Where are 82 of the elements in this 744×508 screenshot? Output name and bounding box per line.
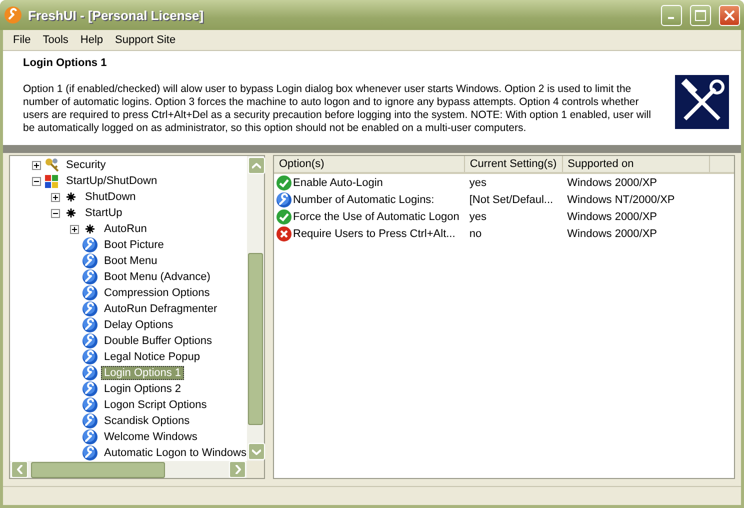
windows-flag-icon: [44, 173, 60, 189]
wrench-icon: [82, 317, 98, 333]
minimize-button[interactable]: [661, 4, 682, 26]
table-cell: Windows 2000/XP: [562, 173, 710, 191]
tree-item[interactable]: Boot Menu (Advance): [101, 270, 214, 284]
tree-item[interactable]: AutoRun Defragmenter: [101, 302, 220, 316]
menu-item[interactable]: Help: [74, 34, 110, 46]
menu-item[interactable]: Tools: [36, 34, 74, 46]
tree-item[interactable]: Compression Options: [101, 286, 213, 300]
table-cell-text: Windows NT/2000/XP: [566, 192, 676, 208]
column-header[interactable]: Supported on: [562, 156, 710, 173]
wrench-icon: [82, 269, 98, 285]
tree-item[interactable]: Boot Picture: [101, 238, 167, 252]
gear-icon: [66, 192, 76, 202]
plus-icon: [53, 194, 58, 200]
table-cell-text: Windows 2000/XP: [566, 226, 658, 242]
expander[interactable]: [51, 192, 60, 202]
tree-item[interactable]: Delay Options: [101, 318, 176, 332]
table-cell: Enable Auto-Login: [274, 174, 464, 191]
tree-item[interactable]: StartUp/ShutDown: [63, 174, 160, 188]
column-header[interactable]: Option(s): [274, 156, 464, 173]
horizontal-scrollbar[interactable]: [10, 461, 247, 478]
wrench-icon: [82, 413, 98, 429]
plus-icon: [72, 226, 77, 232]
tree-item[interactable]: Double Buffer Options: [101, 334, 216, 348]
error-icon: [276, 226, 292, 242]
table-cell-text: Windows 2000/XP: [566, 210, 658, 224]
menu-item[interactable]: Support Site: [109, 34, 182, 46]
wrench-icon: [82, 381, 98, 397]
expander[interactable]: [32, 160, 41, 170]
column-header[interactable]: Current Setting(s): [464, 156, 562, 173]
tree-item[interactable]: StartUp: [82, 206, 126, 220]
table-cell: yes: [464, 173, 562, 191]
tree-item[interactable]: ShutDown: [82, 190, 139, 204]
wrench-icon: [82, 365, 98, 381]
table-cell-text: yes: [468, 210, 488, 224]
close-button[interactable]: [719, 4, 740, 26]
gear-icon: [85, 224, 95, 234]
wrench-icon: [82, 397, 98, 413]
vertical-scrollbar[interactable]: [247, 156, 264, 461]
check-icon: [276, 174, 292, 190]
window-title: FreshUI - [Personal License]: [28, 8, 205, 22]
wrench-icon: [82, 301, 98, 317]
menu-item[interactable]: File: [7, 34, 37, 46]
minus-icon: [53, 210, 58, 216]
maximize-icon: [695, 10, 706, 20]
tree-item[interactable]: Security: [63, 158, 109, 172]
wrench-icon: [4, 6, 22, 24]
description-title: Login Options 1: [23, 57, 108, 69]
expander[interactable]: [51, 208, 60, 218]
check-icon: [276, 208, 292, 224]
tree-item[interactable]: Boot Menu: [101, 254, 160, 268]
wrench-icon: [82, 349, 98, 365]
tree-item[interactable]: Automatic Logon to Windows: [101, 446, 247, 460]
wrench-icon: [82, 285, 98, 301]
plus-icon: [34, 162, 39, 168]
expander[interactable]: [32, 176, 41, 186]
tree-item[interactable]: AutoRun: [101, 222, 150, 236]
table-cell-text: no: [468, 226, 483, 242]
maximize-button[interactable]: [690, 4, 711, 26]
keys-icon: [44, 157, 60, 173]
close-icon: [724, 10, 735, 20]
description-text: Option 1 (if enabled/checked) will alow user to bypass Login dialog box whenever user starts Windows. Option 2 is used to limit the number of automatic logins. Option 3 forces the machine to auto logon and to ignore any bypass attempts. Option 4 controls whether users are required to press Ctrl+Alt+Del as a security precaution before logging into the system. NOTE: With option 1 enabled, user will be automatically logged on as administrator, so this option should not be enabled on a multi-user computers.: [23, 83, 652, 135]
table-cell: Require Users to Press Ctrl+Alt...: [274, 225, 464, 242]
table-cell: Force the Use of Automatic Logon: [274, 208, 464, 225]
table-cell-text: [Not Set/Defaul...: [468, 192, 554, 208]
tree-item[interactable]: Legal Notice Popup: [101, 350, 204, 364]
expander[interactable]: [70, 224, 79, 234]
wrench-icon: [82, 253, 98, 269]
tree-item[interactable]: Scandisk Options: [101, 414, 193, 428]
wrench-icon: [276, 192, 292, 208]
tree-item[interactable]: Logon Script Options: [101, 398, 210, 412]
wrench-icon: [82, 445, 98, 461]
tree-item[interactable]: Login Options 2: [101, 382, 184, 396]
scrollbar-corner: [247, 461, 264, 478]
wrench-icon: [82, 237, 98, 253]
minus-icon: [34, 178, 39, 184]
wrench-icon: [82, 333, 98, 349]
tree-item[interactable]: Welcome Windows: [101, 430, 200, 444]
gear-icon: [66, 208, 76, 218]
table-cell: Number of Automatic Logins:: [274, 191, 464, 208]
wrench-icon: [82, 429, 98, 445]
